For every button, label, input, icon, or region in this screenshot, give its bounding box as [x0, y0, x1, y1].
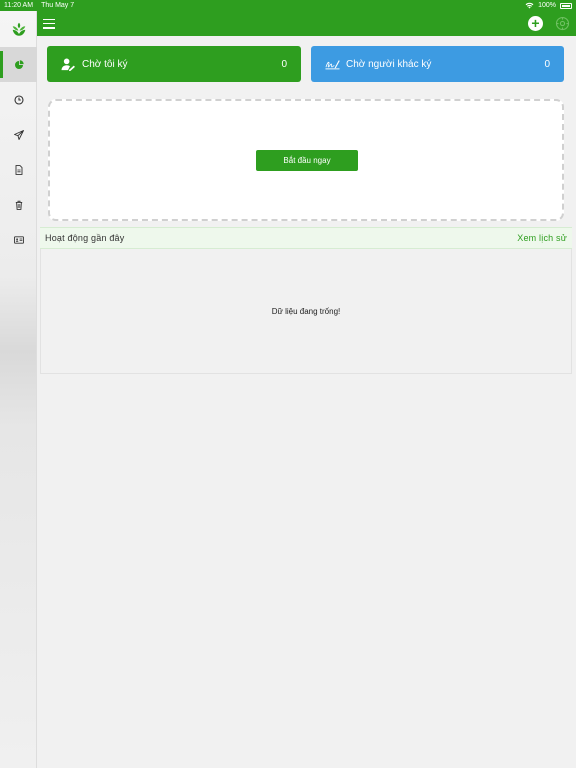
recent-activity-header: Hoạt động gần đây Xem lịch sử: [40, 227, 572, 249]
recent-activity-list: Dữ liệu đang trống!: [40, 249, 572, 374]
battery-icon: [560, 2, 572, 9]
sidebar-item-history[interactable]: [0, 82, 37, 117]
trash-icon: [15, 200, 22, 210]
add-icon[interactable]: +: [528, 16, 543, 31]
top-bar: +: [37, 11, 576, 36]
sidebar-item-contacts[interactable]: [0, 222, 37, 257]
top-bar-actions: +: [528, 16, 570, 31]
card-waiting-me-count: 0: [281, 58, 287, 70]
view-history-link[interactable]: Xem lịch sử: [517, 233, 567, 243]
wifi-icon: [525, 2, 534, 9]
battery-percent: 100%: [538, 2, 556, 9]
app-logo[interactable]: [0, 11, 37, 47]
card-waiting-me-label: Chờ tôi ký: [82, 58, 128, 70]
user-sign-icon: [61, 58, 75, 71]
recent-activity-title: Hoạt động gần đây: [45, 233, 125, 243]
menu-icon[interactable]: [43, 18, 55, 29]
logo-icon: [12, 22, 25, 36]
sidebar-item-sent[interactable]: [0, 117, 37, 152]
start-drop-zone[interactable]: Bắt đầu ngay: [48, 99, 564, 221]
gear-icon[interactable]: [555, 16, 570, 31]
document-icon: [15, 164, 22, 175]
pie-chart-icon: [14, 59, 24, 69]
status-right: 100%: [525, 2, 572, 9]
card-waiting-me[interactable]: Chờ tôi ký 0: [47, 46, 301, 82]
start-now-button[interactable]: Bắt đầu ngay: [256, 150, 358, 171]
sidebar-item-dashboard[interactable]: [0, 47, 37, 82]
sidebar-item-documents[interactable]: [0, 152, 37, 187]
id-card-icon: [13, 235, 24, 244]
status-time: 11:20 AM: [4, 2, 34, 9]
clock-icon: [13, 94, 24, 105]
send-icon: [13, 129, 24, 140]
card-waiting-others-label: Chờ người khác ký: [346, 58, 432, 70]
sidebar-item-trash[interactable]: [0, 187, 37, 222]
card-waiting-others-count: 0: [544, 58, 550, 70]
status-bar: 11:20 AM Thu May 7 100%: [0, 0, 576, 11]
empty-state-text: Dữ liệu đang trống!: [271, 306, 341, 316]
card-waiting-others[interactable]: Chờ người khác ký 0: [311, 46, 564, 82]
sidebar: [0, 11, 37, 768]
status-date: Thu May 7: [41, 2, 75, 9]
signature-icon: [325, 60, 340, 70]
